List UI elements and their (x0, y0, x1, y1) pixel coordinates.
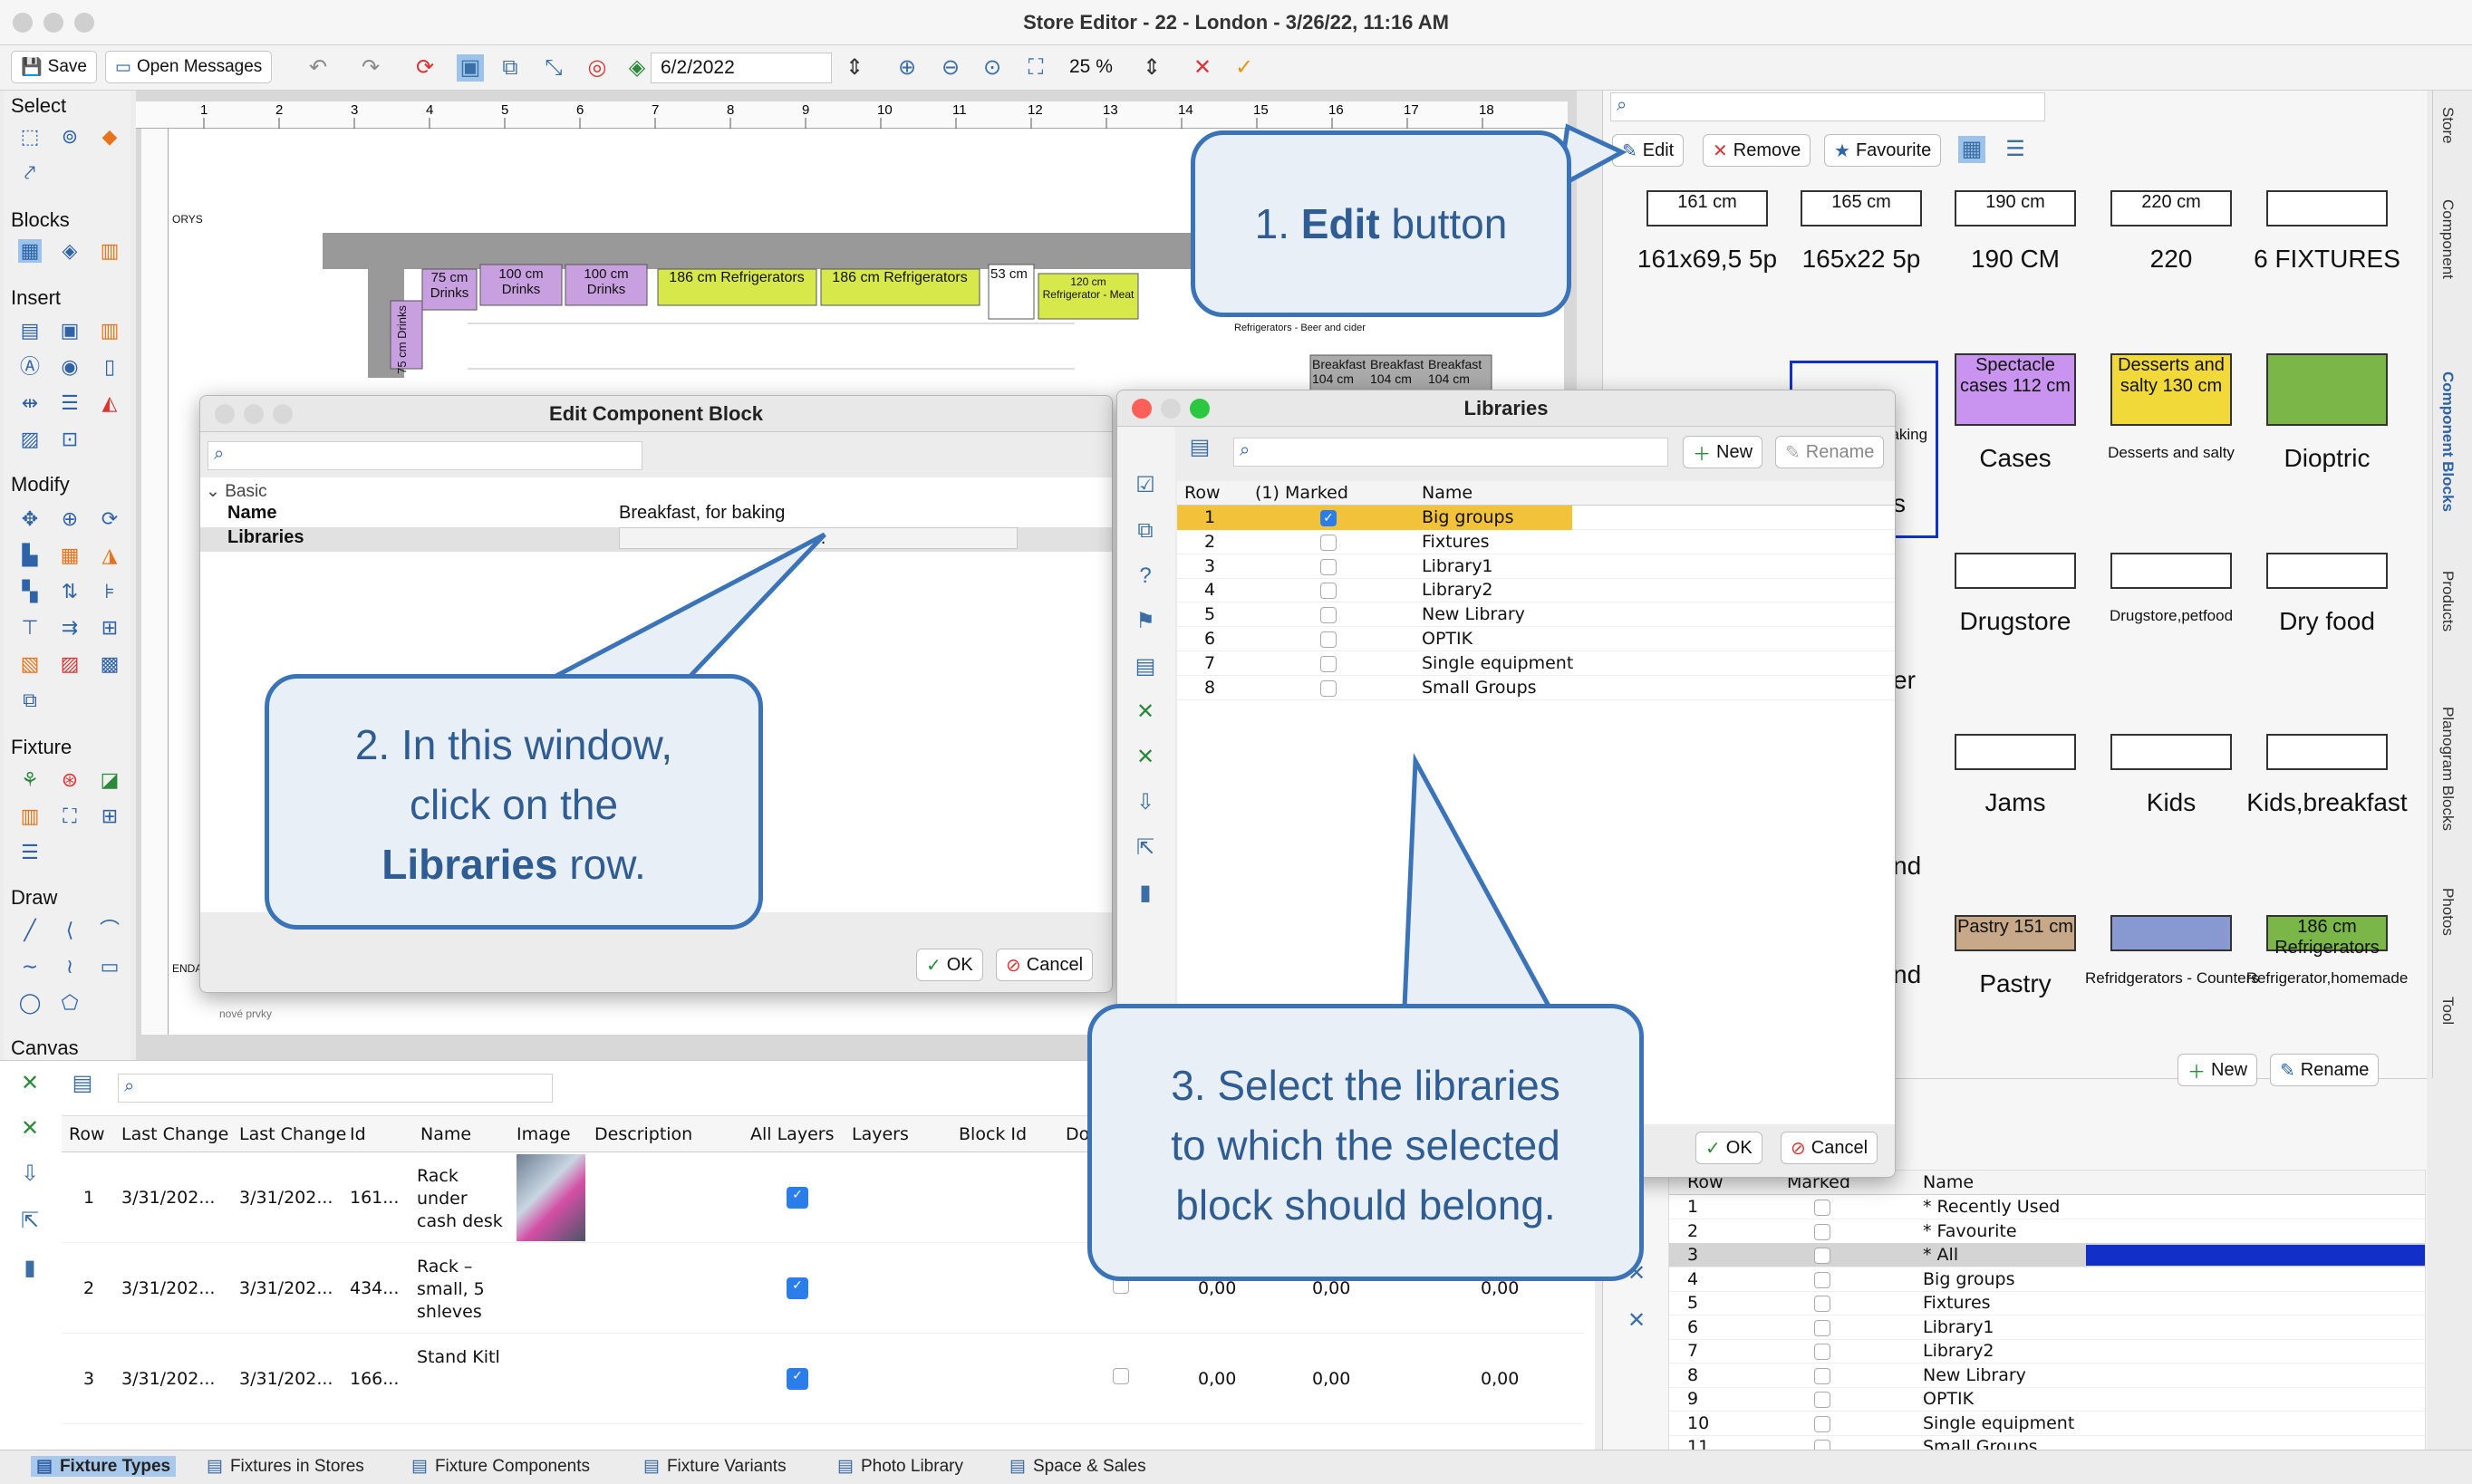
callout-select-libraries: 3. Select the libraries to which the sel… (1087, 1004, 1644, 1281)
callout-edit-button: 1. Edit button (1191, 130, 1571, 317)
callout-libraries-row: 2. In this window, click on the Librarie… (265, 674, 763, 930)
app-window: Store Editor - 22 - London - 3/26/22, 11… (0, 0, 2472, 1484)
